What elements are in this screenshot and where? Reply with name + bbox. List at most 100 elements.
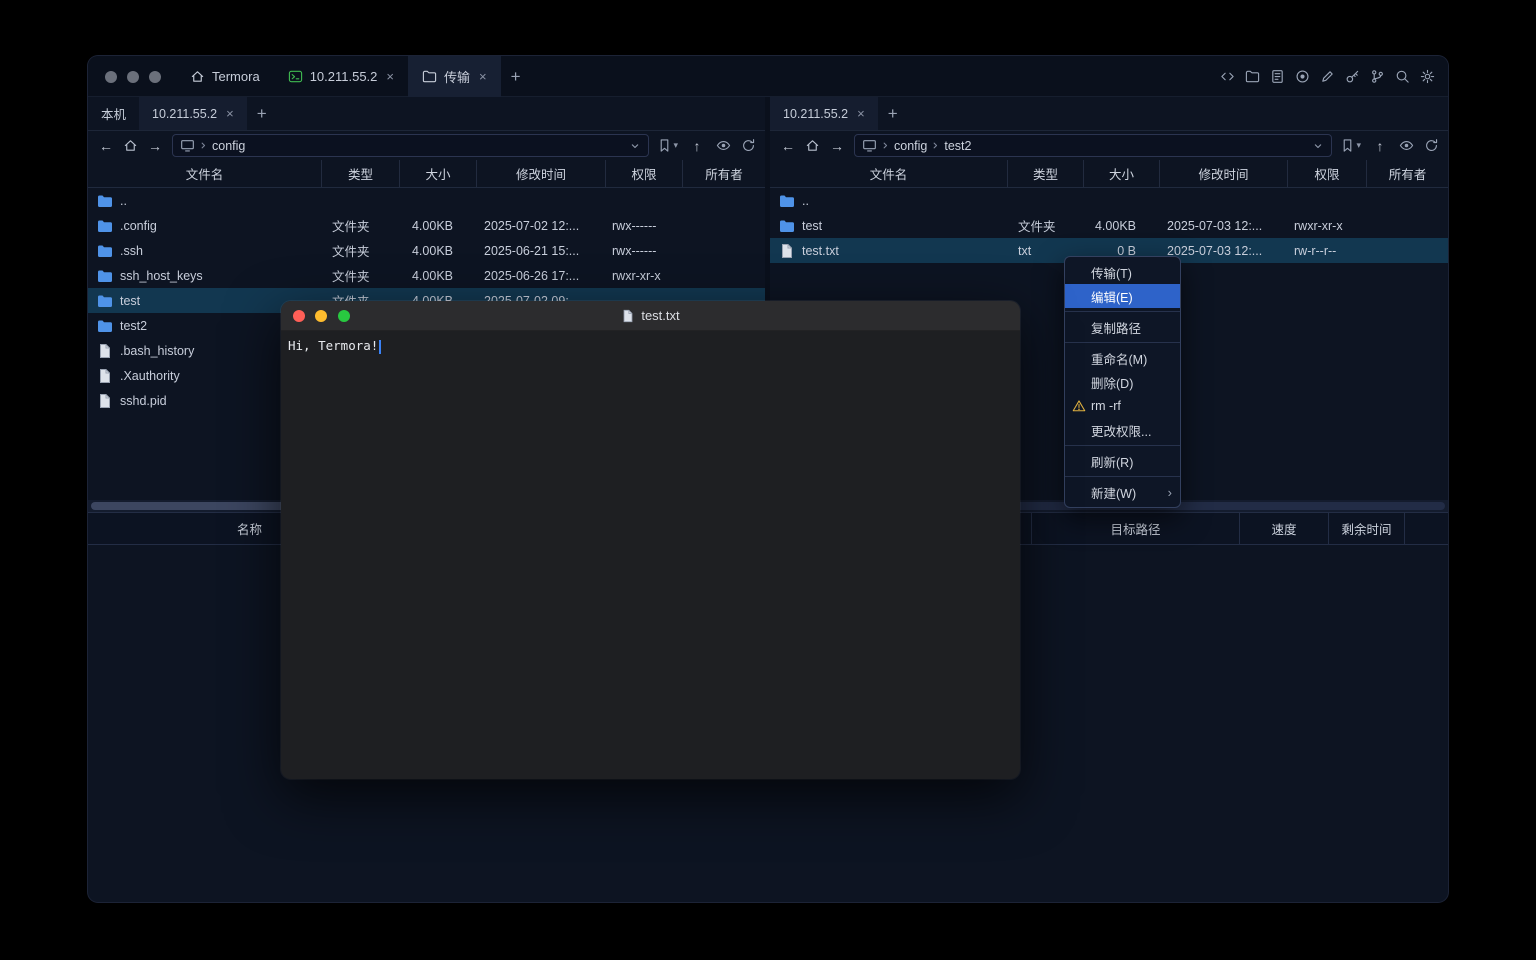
show-hidden-eye-icon[interactable]: [1399, 138, 1414, 153]
right-path-breadcrumb[interactable]: config test2: [854, 134, 1332, 157]
menu-item-transfer[interactable]: 传输(T): [1065, 260, 1180, 284]
close-icon[interactable]: ×: [857, 106, 865, 121]
new-panel-tab-button[interactable]: +: [878, 97, 908, 130]
close-icon[interactable]: ×: [386, 69, 394, 84]
tab-label: 10.211.55.2: [152, 107, 217, 121]
column-header-type[interactable]: 类型: [1008, 160, 1084, 187]
column-header-size[interactable]: 大小: [400, 160, 477, 187]
forward-icon[interactable]: →: [146, 138, 164, 154]
terminal-icon: [288, 69, 303, 84]
close-icon[interactable]: ×: [226, 106, 234, 121]
termora-window: Termora 10.211.55.2 × 传输 × +: [88, 56, 1448, 902]
column-header-owner[interactable]: 所有者: [683, 160, 765, 187]
tab-label: 10.211.55.2: [310, 69, 378, 84]
editor-text: Hi, Termora!: [288, 338, 378, 353]
folder-icon[interactable]: [1245, 69, 1260, 84]
column-header-type[interactable]: 类型: [322, 160, 400, 187]
menu-item-rm-rf[interactable]: rm -rf: [1065, 394, 1180, 418]
home-icon[interactable]: [805, 138, 820, 153]
folder-icon: [97, 268, 113, 284]
menu-item-copy-path[interactable]: 复制路径: [1065, 315, 1180, 339]
menu-item-rename[interactable]: 重命名(M): [1065, 346, 1180, 370]
menu-separator: [1065, 342, 1180, 343]
tab-ssh-session[interactable]: 10.211.55.2 ×: [274, 56, 408, 97]
chevron-down-icon[interactable]: [1312, 140, 1324, 152]
record-icon[interactable]: [1295, 69, 1310, 84]
path-segment[interactable]: config: [212, 139, 245, 153]
tab-local[interactable]: 本机: [88, 97, 139, 130]
parent-directory-icon[interactable]: ↑: [1371, 138, 1389, 154]
show-hidden-eye-icon[interactable]: [716, 138, 731, 153]
table-row[interactable]: ssh_host_keys 文件夹 4.00KB 2025-06-26 17:.…: [88, 263, 765, 288]
window-zoom-button[interactable]: [149, 71, 161, 83]
column-header-permission[interactable]: 权限: [1288, 160, 1367, 187]
table-row[interactable]: ..: [770, 188, 1448, 213]
menu-item-change-permissions[interactable]: 更改权限...: [1065, 418, 1180, 442]
transfer-column-speed[interactable]: 速度: [1240, 513, 1329, 544]
new-panel-tab-button[interactable]: +: [247, 97, 277, 130]
chevron-down-icon[interactable]: [629, 140, 641, 152]
forward-icon[interactable]: →: [828, 138, 846, 154]
search-icon[interactable]: [1395, 69, 1410, 84]
back-icon[interactable]: ←: [779, 138, 797, 154]
tab-termora[interactable]: Termora: [176, 56, 274, 97]
home-icon[interactable]: [123, 138, 138, 153]
branch-icon[interactable]: [1370, 69, 1385, 84]
left-path-breadcrumb[interactable]: config: [172, 134, 649, 157]
refresh-icon[interactable]: [741, 138, 756, 153]
right-panel-tab-bar: 10.211.55.2 × +: [770, 97, 1448, 131]
tab-transfer[interactable]: 传输 ×: [408, 56, 501, 97]
bookmark-button[interactable]: ▾: [657, 138, 678, 153]
transfer-column-target-path[interactable]: 目标路径: [1032, 513, 1240, 544]
tab-remote-left[interactable]: 10.211.55.2 ×: [139, 97, 247, 130]
menu-separator: [1065, 445, 1180, 446]
window-close-button[interactable]: [105, 71, 117, 83]
chevron-right-icon: [198, 140, 209, 151]
submenu-chevron-icon: ›: [1168, 485, 1172, 500]
settings-icon[interactable]: [1420, 69, 1435, 84]
text-caret: [379, 340, 381, 354]
folder-icon: [97, 218, 113, 234]
column-header-modified[interactable]: 修改时间: [1160, 160, 1288, 187]
table-row[interactable]: .ssh 文件夹 4.00KB 2025-06-21 15:... rwx---…: [88, 238, 765, 263]
table-row[interactable]: test 文件夹 4.00KB 2025-07-03 12:... rwxr-x…: [770, 213, 1448, 238]
bookmark-button[interactable]: ▾: [1340, 138, 1361, 153]
column-header-modified[interactable]: 修改时间: [477, 160, 606, 187]
editor-content[interactable]: Hi, Termora!: [281, 331, 1020, 361]
table-row[interactable]: ..: [88, 188, 765, 213]
app-tab-bar: Termora 10.211.55.2 × 传输 × +: [176, 56, 531, 97]
chevron-right-icon: [880, 140, 891, 151]
transfer-column-tail: [1405, 513, 1448, 544]
parent-directory-icon[interactable]: ↑: [688, 138, 706, 154]
refresh-icon[interactable]: [1424, 138, 1439, 153]
path-segment[interactable]: test2: [944, 139, 971, 153]
column-header-owner[interactable]: 所有者: [1367, 160, 1448, 187]
column-header-name[interactable]: 文件名: [770, 160, 1008, 187]
menu-item-new[interactable]: 新建(W) ›: [1065, 480, 1180, 504]
editor-titlebar[interactable]: test.txt: [281, 301, 1020, 331]
tab-remote-right[interactable]: 10.211.55.2 ×: [770, 97, 878, 130]
menu-item-refresh[interactable]: 刷新(R): [1065, 449, 1180, 473]
back-icon[interactable]: ←: [97, 138, 115, 154]
path-segment[interactable]: config: [894, 139, 927, 153]
menu-item-delete[interactable]: 删除(D): [1065, 370, 1180, 394]
column-header-name[interactable]: 文件名: [88, 160, 322, 187]
key-icon[interactable]: [1345, 69, 1360, 84]
menu-separator: [1065, 311, 1180, 312]
pencil-icon[interactable]: [1320, 69, 1335, 84]
desktop: Termora 10.211.55.2 × 传输 × +: [0, 0, 1536, 960]
column-header-permission[interactable]: 权限: [606, 160, 683, 187]
close-icon[interactable]: ×: [479, 69, 487, 84]
column-header-size[interactable]: 大小: [1084, 160, 1160, 187]
new-tab-button[interactable]: +: [501, 56, 531, 97]
code-icon[interactable]: [1220, 69, 1235, 84]
folder-icon: [97, 318, 113, 334]
left-toolbar-actions: ▾ ↑: [657, 138, 756, 154]
bookmark-icon: [1340, 138, 1355, 153]
log-icon[interactable]: [1270, 69, 1285, 84]
table-row[interactable]: .config 文件夹 4.00KB 2025-07-02 12:... rwx…: [88, 213, 765, 238]
window-minimize-button[interactable]: [127, 71, 139, 83]
transfer-column-remaining[interactable]: 剩余时间: [1329, 513, 1405, 544]
menu-item-edit[interactable]: 编辑(E): [1065, 284, 1180, 308]
folder-icon: [779, 193, 795, 209]
